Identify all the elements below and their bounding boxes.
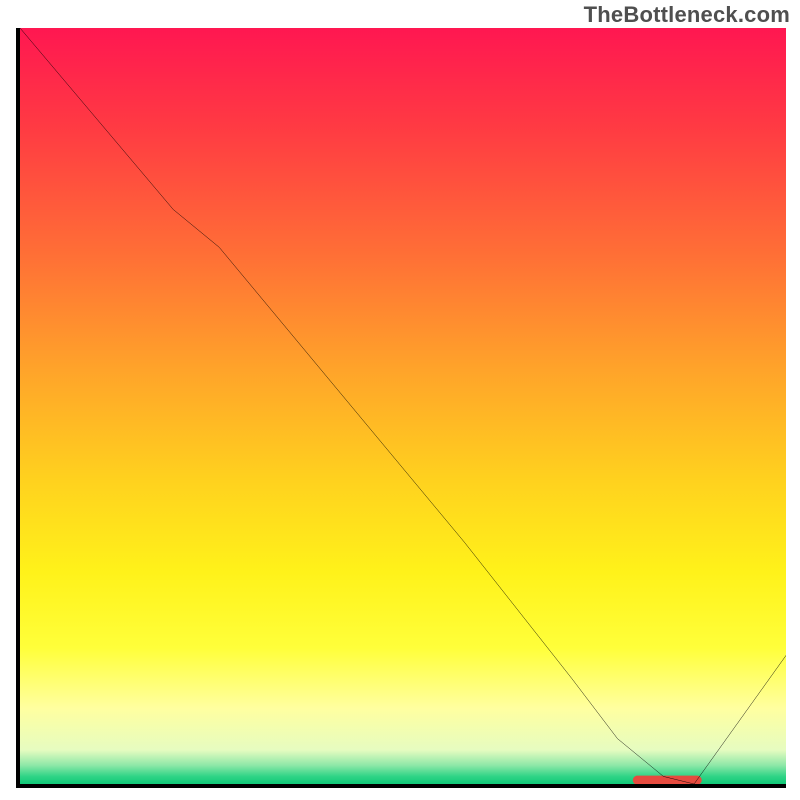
chart-stage: TheBottleneck.com [0,0,800,800]
plot-axes-frame [16,28,786,788]
watermark-label: TheBottleneck.com [584,2,790,28]
gradient-background [20,28,786,784]
heatmap-plot [20,28,786,784]
minimum-marker [633,776,702,784]
